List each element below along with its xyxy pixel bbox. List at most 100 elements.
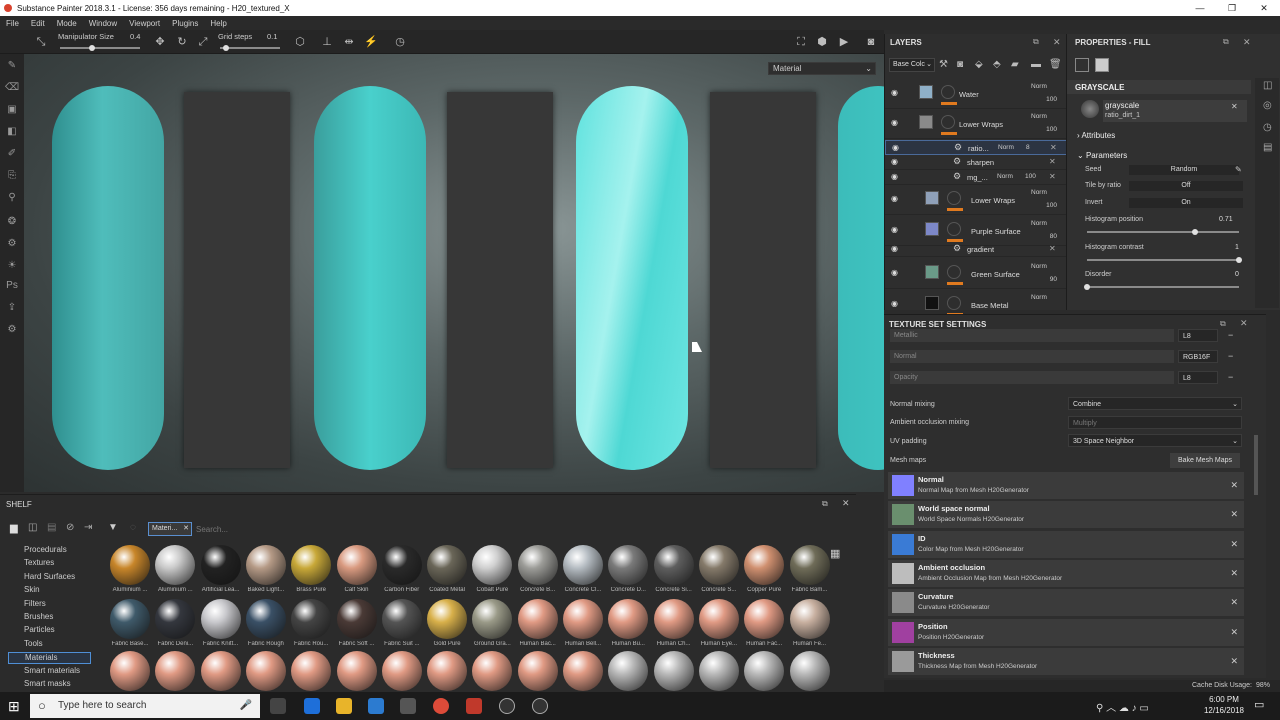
display-settings-icon[interactable]: ☀ <box>5 260 19 272</box>
mesh-map-remove-icon[interactable]: ✕ <box>1230 656 1238 667</box>
add-layer-icon[interactable]: ⬘ <box>993 59 1001 70</box>
channel-format-dropdown[interactable]: L8 <box>1178 329 1218 342</box>
layer-opacity[interactable]: 100 <box>1031 96 1057 103</box>
material-thumbnail[interactable] <box>789 599 830 639</box>
layer-blend-mode[interactable]: Norm <box>1031 83 1047 90</box>
history-icon[interactable]: ◷ <box>1263 122 1272 133</box>
smudge-icon[interactable]: ✐ <box>5 148 19 160</box>
export-icon[interactable]: ⇪ <box>5 302 19 314</box>
photoshop-icon[interactable]: Ps <box>5 280 19 292</box>
mirror-icon[interactable]: ⇹ <box>342 35 356 49</box>
material-thumbnail[interactable] <box>563 599 603 639</box>
close-button[interactable]: ✕ <box>1248 0 1280 16</box>
shelf-close-icon[interactable]: ✕ <box>842 498 850 509</box>
material-thumbnail[interactable] <box>472 545 513 585</box>
visibility-eye-icon[interactable]: ◉ <box>891 88 898 97</box>
shelf-category[interactable]: Filters <box>24 599 46 608</box>
material-thumbnail[interactable] <box>291 651 332 691</box>
material-thumbnail[interactable] <box>336 599 377 639</box>
add-mask-icon[interactable]: ◙ <box>957 59 963 70</box>
clock-time[interactable]: 6:00 PM <box>1202 695 1246 704</box>
unity-icon[interactable] <box>532 698 548 714</box>
remove-effect-icon[interactable]: ✕ <box>1049 157 1056 166</box>
layer-blend-mode[interactable]: Norm <box>997 173 1013 180</box>
material-thumbnail[interactable] <box>336 545 377 585</box>
file-explorer-icon[interactable] <box>336 698 352 714</box>
channel-field[interactable]: Normal <box>890 350 1174 363</box>
material-thumbnail[interactable] <box>155 651 196 691</box>
material-thumbnail[interactable] <box>698 545 739 585</box>
material-thumbnail[interactable] <box>789 545 830 585</box>
uv-padding-dropdown[interactable]: 3D Space Neighbor ⌄ <box>1068 434 1242 447</box>
channel-dropdown[interactable]: Base Colc ⌄ <box>889 58 935 72</box>
mesh-map-remove-icon[interactable]: ✕ <box>1230 568 1238 579</box>
remove-effect-icon[interactable]: ✕ <box>1050 143 1057 152</box>
mesh-map-slot[interactable]: Curvature Curvature H20Generator ✕ <box>888 589 1244 617</box>
histogram-position-thumb[interactable] <box>1191 229 1198 235</box>
material-thumbnail[interactable] <box>653 651 694 691</box>
color-picker-icon[interactable]: ⚲ <box>5 192 19 204</box>
filter-chip[interactable]: Materi... ✕ <box>148 522 192 536</box>
fit-view-icon[interactable]: ⛶ <box>794 35 808 49</box>
layer-blend-mode[interactable]: Norm <box>1031 189 1047 196</box>
histogram-contrast-thumb[interactable] <box>1236 257 1242 263</box>
unreal-icon[interactable] <box>499 698 515 714</box>
windows-start-icon[interactable]: ⊞ <box>8 698 20 715</box>
material-thumbnail[interactable] <box>563 651 603 691</box>
ao-mixing-dropdown[interactable]: Multiply <box>1068 416 1242 429</box>
cube-icon[interactable]: ⬡ <box>293 35 307 49</box>
material-thumbnail[interactable] <box>608 545 649 585</box>
visibility-eye-icon[interactable]: ◉ <box>891 118 898 127</box>
material-thumbnail[interactable] <box>427 651 468 691</box>
material-thumbnail[interactable] <box>517 545 558 585</box>
geometry-mask-icon[interactable]: ◧ <box>5 126 19 138</box>
material-thumbnail[interactable] <box>245 599 286 639</box>
visibility-eye-icon[interactable]: ◉ <box>891 172 898 181</box>
material-thumbnail[interactable] <box>245 651 286 691</box>
channel-field[interactable]: Opacity <box>890 371 1174 384</box>
shelf-category[interactable]: Particles <box>24 625 55 634</box>
material-thumbnail[interactable] <box>789 651 830 691</box>
menu-help[interactable]: Help <box>210 19 226 28</box>
grid-view-icon[interactable]: ▦ <box>830 547 840 560</box>
visibility-eye-icon[interactable]: ◉ <box>891 244 898 253</box>
visibility-eye-icon[interactable]: ◉ <box>891 157 898 166</box>
layer-row[interactable]: ◉ ⚙ mg_... Norm 100 ✕ <box>885 170 1067 185</box>
material-thumbnail[interactable] <box>291 599 332 639</box>
mesh-map-slot[interactable]: Position Position H20Generator ✕ <box>888 618 1244 646</box>
shelf-search-input[interactable] <box>196 522 850 536</box>
new-folder-icon[interactable]: ◫ <box>28 522 37 533</box>
visibility-eye-icon[interactable]: ◉ <box>891 225 898 234</box>
display-icon[interactable]: ◫ <box>1263 80 1272 91</box>
undock-icon[interactable]: ⧉ <box>1223 37 1229 47</box>
layer-opacity[interactable]: 80 <box>1031 233 1057 240</box>
mesh-map-slot[interactable]: Normal Normal Map from Mesh H20Generator ✕ <box>888 472 1244 499</box>
mail-icon[interactable] <box>400 698 416 714</box>
shelf-category[interactable]: Smart masks <box>24 679 71 688</box>
layers-close-icon[interactable]: ✕ <box>1053 37 1061 48</box>
grayscale-thumbnail[interactable] <box>1081 100 1099 118</box>
parameters-header[interactable]: ⌄ Parameters <box>1077 151 1127 160</box>
material-thumbnail[interactable] <box>427 599 468 639</box>
layer-row[interactable]: ◉ Water Norm 100 <box>885 79 1067 109</box>
menu-plugins[interactable]: Plugins <box>172 19 198 28</box>
material-thumbnail[interactable] <box>563 545 603 585</box>
mesh-map-remove-icon[interactable]: ✕ <box>1230 509 1238 520</box>
delete-icon[interactable]: ▤ <box>47 522 56 533</box>
material-thumbnail[interactable] <box>653 545 694 585</box>
remove-effect-icon[interactable]: ✕ <box>1049 244 1056 253</box>
layer-blend-mode[interactable]: Norm <box>1031 294 1047 301</box>
menu-viewport[interactable]: Viewport <box>129 19 160 28</box>
visibility-eye-icon[interactable]: ◉ <box>891 194 898 203</box>
screenshot-icon[interactable]: ◙ <box>864 35 878 49</box>
store-icon[interactable] <box>368 698 384 714</box>
mesh-map-remove-icon[interactable]: ✕ <box>1230 539 1238 550</box>
shelf-category[interactable]: Tools <box>24 639 43 648</box>
material-thumbnail[interactable] <box>110 599 150 639</box>
channel-format-dropdown[interactable]: RGB16F <box>1178 350 1218 363</box>
layer-row[interactable]: ◉ Green Surface Norm 90 <box>885 259 1067 289</box>
layer-opacity[interactable]: 100 <box>1025 173 1036 180</box>
remove-channel-icon[interactable]: − <box>1228 372 1233 382</box>
notification-icon[interactable]: ▭ <box>1254 698 1264 711</box>
menu-window[interactable]: Window <box>89 19 117 28</box>
